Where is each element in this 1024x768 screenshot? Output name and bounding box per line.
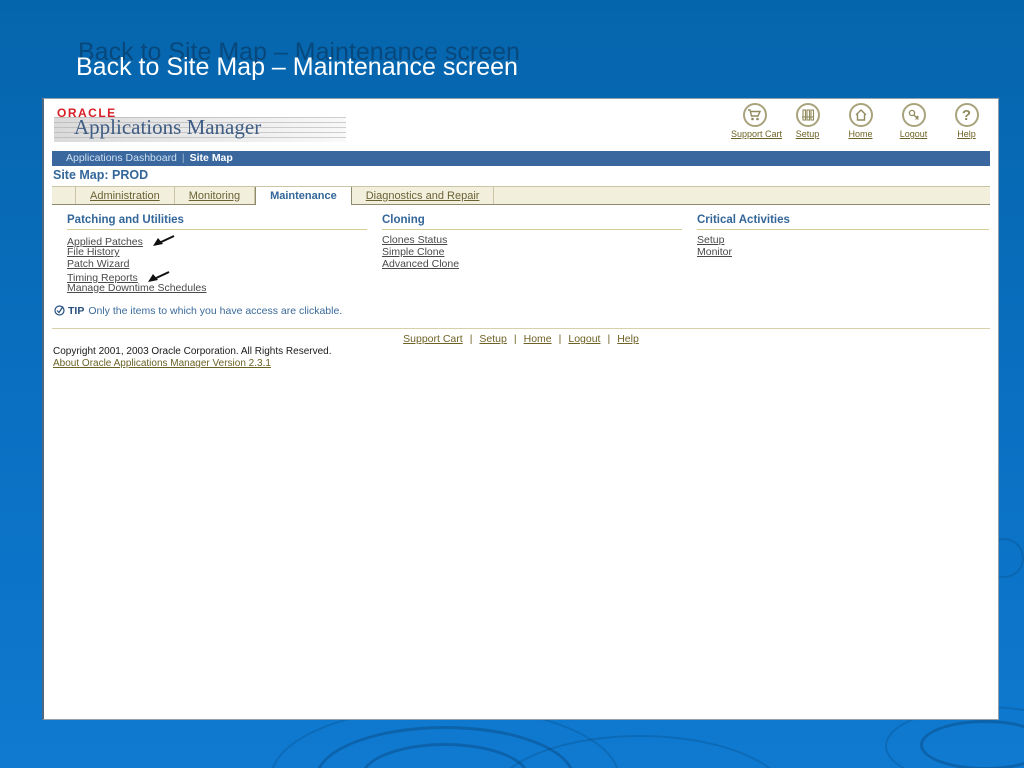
product-name: Applications Manager	[74, 115, 262, 139]
section-title: Critical Activities	[697, 214, 989, 230]
link-clones-status[interactable]: Clones Status	[382, 234, 447, 246]
section-critical-activities: Critical Activities Setup Monitor	[697, 214, 989, 258]
footer-link-setup[interactable]: Setup	[479, 333, 506, 345]
app-banner: ORACLE Applications Manager Support Cart…	[44, 99, 998, 149]
list-item: Setup	[697, 234, 989, 246]
list-item: Advanced Clone	[382, 258, 682, 270]
list-item: Applied Patches	[67, 234, 367, 248]
tip-text: Only the items to which you have access …	[88, 305, 343, 317]
about-version-link[interactable]: About Oracle Applications Manager Versio…	[53, 358, 271, 369]
section-title: Cloning	[382, 214, 682, 230]
global-nav-label[interactable]: Logout	[890, 129, 937, 139]
home-icon	[848, 103, 873, 127]
annotation-arrow-icon	[151, 234, 175, 250]
tab-administration[interactable]: Administration	[76, 187, 175, 204]
tab-bar-spacer	[52, 187, 76, 204]
footer-link-home[interactable]: Home	[524, 333, 552, 345]
breadcrumb-site-map: Site Map	[189, 152, 233, 164]
global-nav-item-support-cart[interactable]: Support Cart	[731, 103, 782, 139]
link-patch-wizard[interactable]: Patch Wizard	[67, 258, 129, 270]
slide-title-text: Back to Site Map – Maintenance screen	[76, 53, 518, 81]
list-item: File History	[67, 246, 367, 258]
section-title: Patching and Utilities	[67, 214, 367, 230]
footer-separator: |	[513, 333, 517, 345]
global-nav-label[interactable]: Help	[943, 129, 990, 139]
tab-bar: Administration Monitoring Maintenance Di…	[52, 186, 990, 205]
global-nav-item-help[interactable]: ? Help	[943, 103, 990, 139]
global-nav: Support Cart Setup Home Logout ? Help	[731, 103, 990, 139]
tip-check-icon	[54, 305, 65, 319]
footer-separator: |	[607, 333, 611, 345]
global-nav-item-home[interactable]: Home	[837, 103, 884, 139]
link-advanced-clone[interactable]: Advanced Clone	[382, 258, 459, 270]
section-cloning: Cloning Clones Status Simple Clone Advan…	[382, 214, 682, 270]
link-manage-downtime-schedules[interactable]: Manage Downtime Schedules	[67, 282, 207, 294]
tab-diagnostics-and-repair[interactable]: Diagnostics and Repair	[352, 187, 495, 204]
tab-maintenance[interactable]: Maintenance	[255, 187, 352, 205]
list-item: Manage Downtime Schedules	[67, 282, 367, 294]
global-nav-item-logout[interactable]: Logout	[890, 103, 937, 139]
app-window: ORACLE Applications Manager Support Cart…	[42, 98, 999, 720]
list-item: Timing Reports	[67, 270, 367, 284]
global-nav-label[interactable]: Setup	[784, 129, 831, 139]
support-cart-icon	[742, 103, 767, 127]
tab-bar-filler	[494, 187, 990, 204]
page-title: Site Map: PROD	[53, 168, 149, 182]
footer-separator: |	[469, 333, 473, 345]
section-patching-and-utilities: Patching and Utilities Applied Patches F…	[67, 214, 367, 294]
global-nav-label[interactable]: Support Cart	[731, 129, 782, 139]
list-item: Monitor	[697, 246, 989, 258]
link-file-history[interactable]: File History	[67, 246, 120, 258]
setup-icon	[795, 103, 820, 127]
global-nav-item-setup[interactable]: Setup	[784, 103, 831, 139]
list-item: Simple Clone	[382, 246, 682, 258]
help-icon-glyph: ?	[961, 106, 972, 124]
tab-monitoring[interactable]: Monitoring	[175, 187, 256, 204]
list-item: Clones Status	[382, 234, 682, 246]
footer-separator: |	[558, 333, 562, 345]
footer-link-help[interactable]: Help	[617, 333, 639, 345]
breadcrumb-applications-dashboard[interactable]: Applications Dashboard	[66, 152, 177, 164]
logout-icon	[901, 103, 926, 127]
link-simple-clone[interactable]: Simple Clone	[382, 246, 444, 258]
footer-links: Support Cart | Setup | Home | Logout | Help	[44, 333, 998, 345]
link-setup[interactable]: Setup	[697, 234, 724, 246]
footer-link-support-cart[interactable]: Support Cart	[403, 333, 463, 345]
footer-link-logout[interactable]: Logout	[568, 333, 600, 345]
list-item: Patch Wizard	[67, 258, 367, 270]
copyright-text: Copyright 2001, 2003 Oracle Corporation.…	[53, 346, 332, 357]
tip-label: TIP	[68, 305, 85, 317]
footer-divider	[52, 328, 990, 329]
slide-title: Back to Site Map – Maintenance screen Ba…	[76, 38, 520, 82]
tip-note: TIP Only the items to which you have acce…	[54, 305, 342, 319]
global-nav-label[interactable]: Home	[837, 129, 884, 139]
breadcrumb: Applications Dashboard | Site Map	[52, 151, 990, 166]
link-monitor[interactable]: Monitor	[697, 246, 732, 258]
breadcrumb-separator: |	[181, 152, 185, 164]
help-icon: ?	[954, 103, 979, 127]
